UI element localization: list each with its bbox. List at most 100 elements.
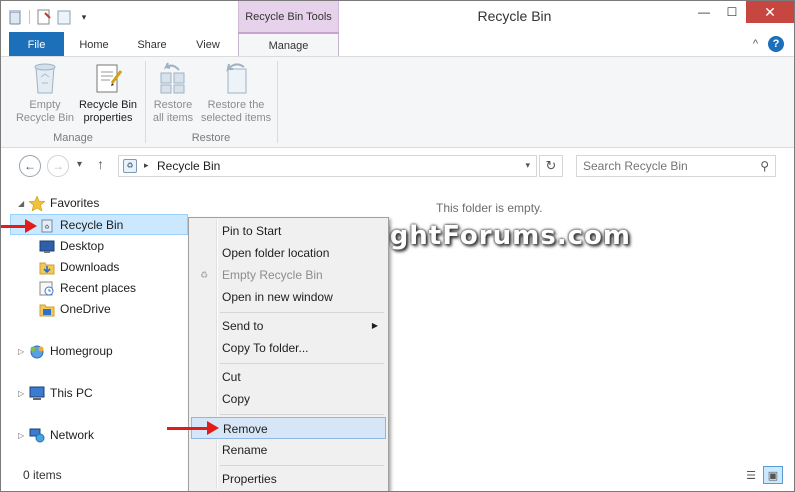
collapse-icon[interactable]: ◢	[18, 193, 24, 214]
tab-file[interactable]: File	[9, 32, 64, 56]
window-controls: — ☐ ✕	[690, 1, 794, 23]
address-bar[interactable]: ♻ ▸ Recycle Bin ▾	[118, 155, 537, 177]
nav-item-onedrive[interactable]: OneDrive	[1, 299, 189, 320]
menu-item-remove[interactable]: Remove	[191, 417, 386, 439]
network-icon	[29, 428, 45, 443]
maximize-icon[interactable]: ☐	[718, 1, 746, 23]
back-button[interactable]: ←	[19, 155, 41, 177]
customize-toolbar-icon[interactable]: ▾	[76, 9, 92, 25]
menu-item-copy[interactable]: Copy	[191, 388, 386, 410]
menu-item-copy-to-folder[interactable]: Copy To folder...	[191, 337, 386, 359]
properties-icon[interactable]	[36, 9, 52, 25]
new-folder-icon[interactable]	[56, 9, 72, 25]
restore-all-line2: all items	[152, 112, 194, 124]
contextual-tab-group: Recycle Bin Tools	[238, 1, 339, 32]
menu-item-open-in-new-window[interactable]: Open in new window	[191, 286, 386, 308]
tab-home[interactable]: Home	[71, 32, 117, 56]
ribbon-group-separator	[277, 61, 278, 143]
desktop-icon	[39, 239, 55, 254]
tab-manage[interactable]: Manage	[238, 32, 339, 57]
restore-selected-line1: Restore the	[207, 99, 265, 111]
quick-access-toolbar: ▾	[7, 7, 92, 27]
search-icon[interactable]: ⚲	[760, 159, 769, 173]
search-input[interactable]	[583, 156, 753, 176]
nav-item-downloads[interactable]: Downloads	[1, 257, 189, 278]
tab-share[interactable]: Share	[129, 32, 175, 56]
recycle-bin-icon: ♻	[199, 270, 209, 280]
restore-selected-line2: selected items	[200, 112, 272, 124]
nav-label-onedrive: OneDrive	[60, 302, 111, 316]
nav-label-recent-places: Recent places	[60, 281, 137, 295]
nav-item-recent-places[interactable]: Recent places	[1, 278, 189, 299]
menu-item-cut[interactable]: Cut	[191, 366, 386, 388]
address-history-icon[interactable]: ▾	[525, 160, 530, 171]
nav-label-favorites: Favorites	[50, 196, 100, 210]
up-arrow-icon[interactable]: ↑	[97, 156, 104, 172]
search-box[interactable]: ⚲	[576, 155, 776, 177]
nav-label-recycle-bin: Recycle Bin	[60, 218, 124, 232]
breadcrumb[interactable]: Recycle Bin	[157, 159, 220, 173]
recent-places-icon	[39, 281, 55, 296]
empty-folder-message: This folder is empty.	[436, 201, 543, 215]
expand-icon[interactable]: ▷	[18, 383, 24, 404]
ribbon-panel: Empty Recycle Bin Recycle Bin properties…	[1, 56, 794, 148]
restore-selected-items-button[interactable]: Restore the selected items	[199, 61, 273, 125]
explorer-window: ▾ Recycle Bin Tools Recycle Bin — ☐ ✕ Fi…	[0, 0, 795, 492]
menu-separator	[220, 312, 384, 313]
menu-separator	[220, 414, 384, 415]
nav-item-this-pc[interactable]: ▷ This PC	[1, 383, 189, 404]
large-icons-view-icon[interactable]: ▣	[763, 466, 783, 484]
annotation-arrow-icon	[167, 421, 219, 435]
restore-all-items-button[interactable]: Restore all items	[148, 61, 198, 125]
toolbar-separator	[29, 10, 30, 24]
close-icon[interactable]: ✕	[746, 1, 794, 23]
menu-item-send-to[interactable]: Send to ▶	[191, 315, 386, 337]
restore-selected-icon	[220, 61, 252, 95]
properties-line1: Recycle Bin	[78, 99, 138, 111]
menu-item-properties[interactable]: Properties	[191, 468, 386, 490]
breadcrumb-arrow-icon[interactable]: ▸	[144, 160, 149, 171]
empty-bin-icon	[29, 61, 61, 95]
expand-icon[interactable]: ▷	[18, 341, 24, 362]
nav-item-desktop[interactable]: Desktop	[1, 236, 189, 257]
details-view-icon[interactable]: ☰	[741, 466, 761, 484]
ribbon-tabs: File Home Share View Manage ^ ?	[1, 32, 794, 57]
computer-icon	[29, 386, 45, 401]
recycle-bin-properties-button[interactable]: Recycle Bin properties	[77, 61, 139, 125]
title-bar: ▾ Recycle Bin Tools Recycle Bin — ☐ ✕	[1, 1, 794, 32]
nav-label-this-pc: This PC	[50, 386, 93, 400]
group-label-manage: Manage	[53, 132, 93, 144]
onedrive-icon	[39, 302, 55, 317]
nav-label-homegroup: Homegroup	[50, 344, 113, 358]
menu-item-empty-recycle-bin[interactable]: ♻ Empty Recycle Bin	[191, 264, 386, 286]
recycle-bin-icon[interactable]	[7, 9, 23, 25]
recent-locations-icon[interactable]: ▾	[77, 159, 82, 170]
recycle-bin-icon: ♻	[123, 159, 137, 173]
empty-recycle-bin-button[interactable]: Empty Recycle Bin	[13, 61, 77, 125]
empty-recycle-bin-line1: Empty	[29, 99, 61, 111]
svg-text:♻: ♻	[44, 224, 49, 231]
nav-item-favorites[interactable]: ◢ Favorites	[1, 193, 189, 214]
nav-label-desktop: Desktop	[60, 239, 105, 253]
help-icon[interactable]: ?	[768, 36, 784, 52]
refresh-icon[interactable]: ↻	[539, 155, 563, 177]
group-label-restore: Restore	[191, 132, 231, 144]
minimize-icon[interactable]: —	[690, 1, 718, 23]
submenu-arrow-icon: ▶	[371, 321, 378, 330]
properties-line2: properties	[83, 112, 133, 124]
menu-item-rename[interactable]: Rename	[191, 439, 386, 461]
menu-item-pin-to-start[interactable]: Pin to Start	[191, 220, 386, 242]
back-arrow-icon: ←	[24, 159, 36, 173]
tab-view[interactable]: View	[185, 32, 231, 56]
forward-button[interactable]: →	[47, 155, 69, 177]
menu-separator	[220, 363, 384, 364]
expand-icon[interactable]: ▷	[18, 425, 24, 446]
status-bar: 0 items ☰ ▣	[1, 461, 794, 491]
nav-item-homegroup[interactable]: ▷ Homegroup	[1, 341, 189, 362]
nav-item-network[interactable]: ▷ Network	[1, 425, 189, 446]
menu-item-open-folder-location[interactable]: Open folder location	[191, 242, 386, 264]
window-title: Recycle Bin	[1, 1, 794, 32]
minimize-ribbon-icon[interactable]: ^	[753, 38, 758, 50]
annotation-arrow-icon	[1, 219, 37, 233]
star-icon	[28, 195, 46, 212]
